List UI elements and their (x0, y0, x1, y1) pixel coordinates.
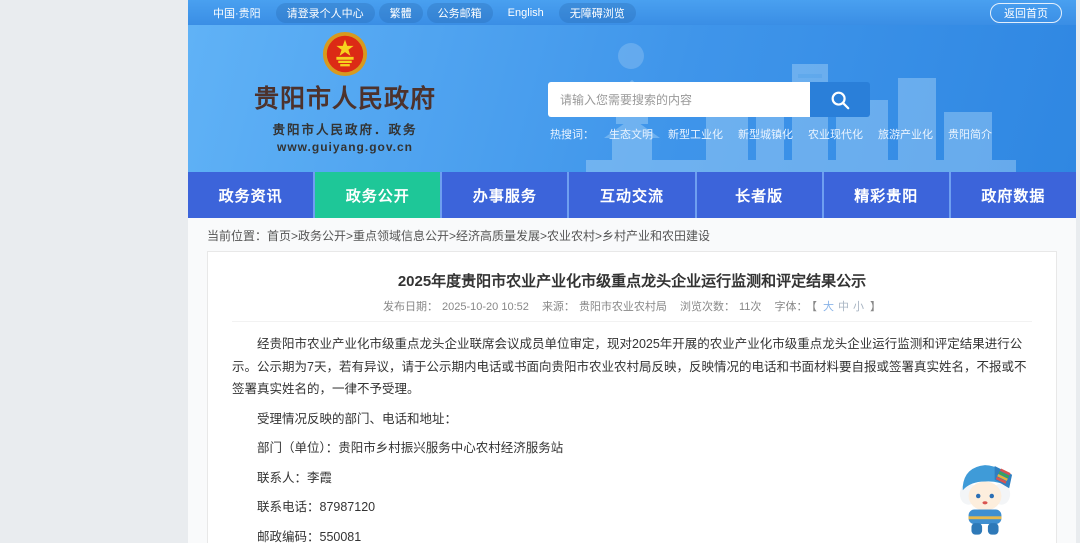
nav-item-长者版[interactable]: 长者版 (696, 172, 822, 218)
topbar: 中国·贵阳 请登录个人中心 繁體 公务邮箱 English 无障碍浏览 返回首页 (188, 0, 1076, 25)
hot-search-word[interactable]: 新型城镇化 (738, 126, 793, 142)
article-paragraph: 经贵阳市农业产业化市级重点龙头企业联席会议成员单位审定，现对2025年开展的农业… (232, 337, 1027, 396)
publish-date-label: 发布日期： (383, 301, 439, 313)
topbar-link[interactable]: 请登录个人中心 (275, 2, 375, 23)
font-bracket-open: 【 (811, 301, 817, 313)
font-size-button[interactable]: 中 (838, 301, 849, 313)
article-paragraph: 受理情况反映的部门、电话和地址： (257, 411, 458, 426)
article-body: 经贵阳市农业产业化市级重点龙头企业联席会议成员单位审定，现对2025年开展的农业… (232, 322, 1032, 543)
font-size-button[interactable]: 大 (823, 301, 834, 313)
font-size-controls: 大中小 (821, 301, 866, 313)
article-paragraph: 联系电话：87987120 (257, 500, 376, 514)
topbar-link[interactable]: English (497, 5, 555, 21)
article-meta: 发布日期： 2025-10-20 10:52 来源： 贵阳市农业农村局 浏览次数： 1… (232, 298, 1032, 322)
site-container: 中国·贵阳请登录个人中心繁體公务邮箱English无障碍浏览 返回首页 (188, 0, 1076, 543)
font-size-label: 字体： (774, 301, 808, 313)
topbar-links: 中国·贵阳 请登录个人中心 繁體 公务邮箱 English 无障碍浏览 (202, 2, 636, 23)
nav-item-政务公开[interactable]: 政务公开 (315, 172, 441, 218)
breadcrumb-path[interactable]: 首页>政务公开>重点领域信息公开>经济高质量发展>农业农村>乡村产业和农田建设 (267, 229, 710, 243)
search-input[interactable] (548, 82, 810, 117)
hot-search-word[interactable]: 农业现代化 (808, 126, 863, 142)
search-button[interactable] (810, 82, 870, 117)
site-header: 贵阳市人民政府 贵阳市人民政府．政务 www.guiyang.gov.cn 热搜… (188, 25, 1076, 172)
site-url: www.guiyang.gov.cn (276, 140, 413, 154)
nav-item-政府数据[interactable]: 政府数据 (950, 172, 1076, 218)
site-logo[interactable]: 贵阳市人民政府 贵阳市人民政府．政务 www.guiyang.gov.cn (230, 31, 460, 154)
article-title: 2025年度贵阳市农业产业化市级重点龙头企业运行监测和评定结果公示 (397, 273, 867, 290)
hot-search-word[interactable]: 生态文明 (609, 126, 653, 142)
hot-search-word[interactable]: 贵阳简介 (948, 126, 992, 142)
views-label: 浏览次数： (680, 301, 735, 313)
source-label: 来源： (541, 301, 575, 313)
topbar-link[interactable]: 中国·贵阳 (202, 3, 272, 23)
hot-search-label: 热搜词： (550, 129, 594, 141)
topbar-link[interactable]: 繁體 (378, 2, 423, 23)
article-paragraph: 部门（单位）：贵阳市乡村振兴服务中心农村经济服务站 (257, 441, 564, 455)
nav-item-精彩贵阳[interactable]: 精彩贵阳 (823, 172, 949, 218)
hot-search-word[interactable]: 旅游产业化 (878, 126, 933, 142)
nav-item-政务资讯[interactable]: 政务资讯 (188, 172, 314, 218)
main-content: 当前位置：首页>政务公开>重点领域信息公开>经济高质量发展>农业农村>乡村产业和… (188, 218, 1076, 543)
magnifier-icon (831, 91, 850, 109)
national-emblem-icon (322, 31, 368, 77)
font-bracket-close: 】 (869, 301, 881, 313)
breadcrumb-label: 当前位置： (207, 229, 268, 243)
article-paragraph: 邮政编码：550081 (257, 529, 362, 543)
article-paragraph: 联系人：李霞 (257, 470, 333, 485)
site-name: 贵阳市人民政府 (253, 85, 436, 113)
font-size-button[interactable]: 小 (853, 301, 864, 313)
guiyang-mascot-icon[interactable] (956, 455, 1014, 537)
views-value: 11次 (739, 301, 762, 313)
search-bar (548, 82, 870, 117)
topbar-link[interactable]: 无障碍浏览 (558, 2, 636, 23)
return-home-button[interactable]: 返回首页 (990, 2, 1062, 23)
nav-item-互动交流[interactable]: 互动交流 (569, 172, 695, 218)
main-nav: 政务资讯 政务公开 办事服务 互动交流 长者版 精彩贵阳 政府数据 (188, 172, 1076, 218)
site-subtitle: 贵阳市人民政府．政务 (272, 123, 418, 137)
source-value: 贵阳市农业农村局 (578, 301, 667, 313)
hot-search-row: 热搜词： 生态文明 新型工业化 新型城镇化 农业现代化 旅游产业化 贵阳简介 (550, 126, 992, 142)
topbar-link[interactable]: 公务邮箱 (426, 2, 493, 23)
hot-search-word[interactable]: 新型工业化 (668, 126, 723, 142)
nav-item-办事服务[interactable]: 办事服务 (442, 172, 568, 218)
breadcrumb: 当前位置：首页>政务公开>重点领域信息公开>经济高质量发展>农业农村>乡村产业和… (188, 218, 1076, 251)
article-panel: 2025年度贵阳市农业产业化市级重点龙头企业运行监测和评定结果公示 发布日期： 2… (207, 251, 1057, 543)
publish-date: 2025-10-20 10:52 (442, 301, 529, 313)
